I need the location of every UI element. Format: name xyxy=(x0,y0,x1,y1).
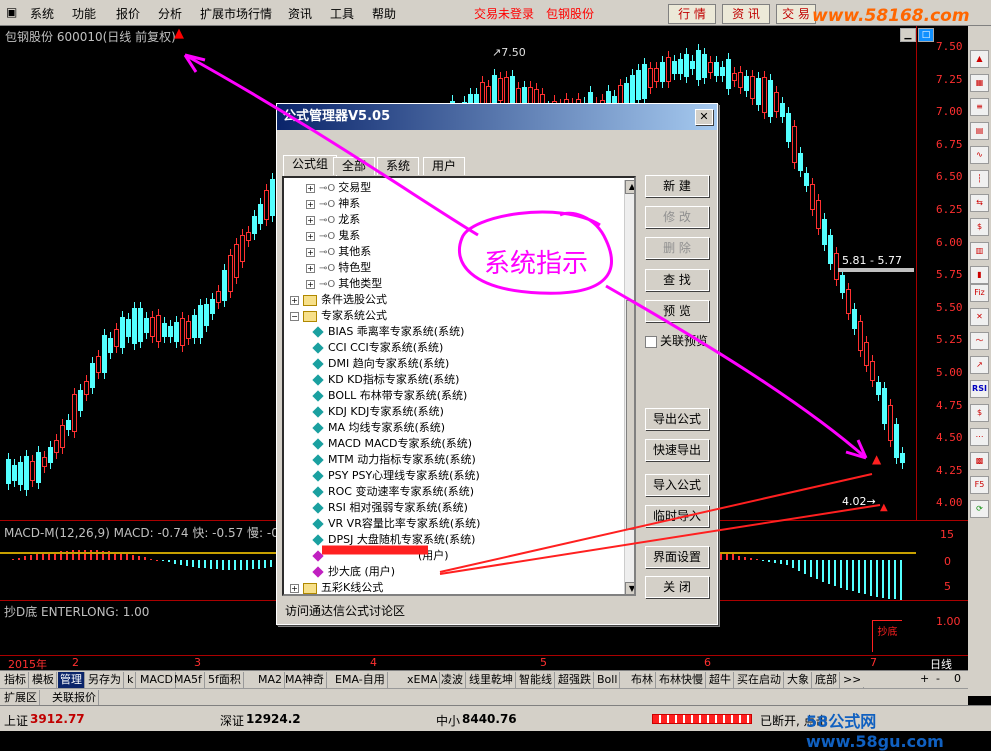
annotation-overlay xyxy=(0,0,991,731)
annotation-arrow xyxy=(606,286,866,458)
annotation-label: 系统指示 xyxy=(484,243,588,280)
annotation-arrow xyxy=(185,55,478,235)
red-arrow xyxy=(440,474,872,572)
red-arrow xyxy=(440,505,880,574)
